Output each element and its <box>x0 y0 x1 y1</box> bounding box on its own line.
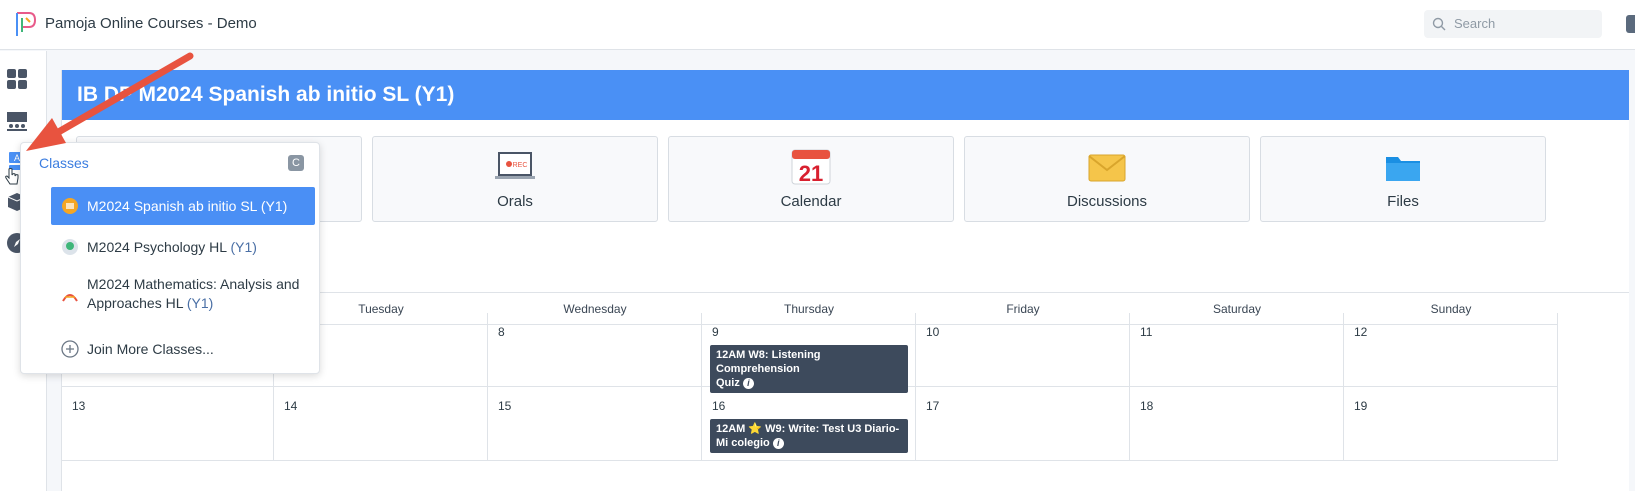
day-number: 14 <box>284 399 298 413</box>
join-more-classes[interactable]: Join More Classes... <box>51 331 315 367</box>
event-title-cont: Mi colegio <box>716 437 770 449</box>
calendar-event[interactable]: 12AM ⭐ W9: Write: Test U3 Diario- Mi col… <box>710 419 908 453</box>
day-number: 8 <box>498 325 505 339</box>
rec-laptop-icon: REC <box>495 152 535 179</box>
day-number: 19 <box>1354 399 1368 413</box>
day-number: 13 <box>72 399 86 413</box>
svg-text:REC: REC <box>513 162 528 169</box>
tile-label: Orals <box>497 193 533 210</box>
hand-cursor-icon <box>5 168 19 185</box>
app-title: Pamoja Online Courses - Demo <box>45 15 257 32</box>
day-cell[interactable]: 18 <box>1130 387 1344 461</box>
classroom-icon[interactable] <box>6 110 28 132</box>
classes-dropdown: Classes C M2024 Spanish ab initio SL (Y1… <box>20 142 320 374</box>
event-title: 12AM W8: Listening Comprehension <box>716 349 821 375</box>
class-name-cont: Approaches HL <box>87 295 183 311</box>
folder-icon <box>1386 157 1420 181</box>
mathematics-course-icon <box>62 294 78 302</box>
search-input[interactable]: Search <box>1424 10 1602 38</box>
day-number: 15 <box>498 399 512 413</box>
classes-menu-header[interactable]: Classes <box>39 155 89 171</box>
calendar-icon: 21 <box>791 149 831 185</box>
day-number: 17 <box>926 399 940 413</box>
day-number: 16 <box>712 399 726 413</box>
day-cell[interactable]: 9 12AM W8: Listening Comprehension Quiz i <box>702 313 916 393</box>
info-icon[interactable]: i <box>772 438 784 449</box>
class-year: (Y1) <box>260 198 288 214</box>
class-name: M2024 Spanish ab initio SL <box>87 198 257 214</box>
class-year: (Y1) <box>186 295 214 311</box>
day-cell[interactable]: 13 <box>62 387 274 461</box>
tile-label: Files <box>1387 193 1419 210</box>
tile-files[interactable]: Files <box>1260 136 1546 222</box>
search-placeholder: Search <box>1454 16 1496 31</box>
day-cell[interactable]: 10 <box>916 313 1130 387</box>
add-circle-icon <box>61 340 79 358</box>
envelope-icon <box>1088 154 1126 182</box>
day-cell[interactable]: 16 12AM ⭐ W9: Write: Test U3 Diario- Mi … <box>702 387 916 461</box>
day-cell[interactable]: 15 <box>488 387 702 461</box>
day-number: 18 <box>1140 399 1154 413</box>
class-name: M2024 Mathematics: Analysis and <box>87 276 300 292</box>
calendar-event[interactable]: 12AM W8: Listening Comprehension Quiz i <box>710 345 908 393</box>
spanish-course-icon <box>62 198 78 214</box>
calendar-icon-number: 21 <box>799 161 823 185</box>
keyboard-shortcut-badge: C <box>288 155 304 171</box>
tile-orals[interactable]: REC Orals <box>372 136 658 222</box>
psychology-course-icon <box>62 239 78 255</box>
join-more-label: Join More Classes... <box>87 341 214 357</box>
day-cell[interactable]: 17 <box>916 387 1130 461</box>
class-item-spanish[interactable]: M2024 Spanish ab initio SL (Y1) <box>51 187 315 225</box>
day-number: 10 <box>926 325 940 339</box>
add-button[interactable] <box>1626 15 1635 33</box>
class-name: M2024 Psychology HL <box>87 239 227 255</box>
class-item-mathematics[interactable]: M2024 Mathematics: Analysis and Approach… <box>51 275 315 319</box>
day-cell[interactable]: 11 <box>1130 313 1344 387</box>
day-cell[interactable]: 12 <box>1344 313 1558 387</box>
course-title: IB DP M2024 Spanish ab initio SL (Y1) <box>62 70 1629 120</box>
day-cell[interactable]: 19 <box>1344 387 1558 461</box>
day-number: 9 <box>712 325 719 339</box>
tile-label: Discussions <box>1066 193 1148 210</box>
dashboard-icon[interactable] <box>6 68 28 90</box>
day-cell[interactable]: 14 <box>274 387 488 461</box>
day-number: 12 <box>1354 325 1368 339</box>
day-number: 11 <box>1140 325 1153 339</box>
day-cell[interactable]: 8 <box>488 313 702 387</box>
tile-label: Calendar <box>780 193 842 210</box>
search-icon <box>1432 17 1446 31</box>
class-item-psychology[interactable]: M2024 Psychology HL (Y1) <box>51 228 315 266</box>
class-year: (Y1) <box>230 239 257 255</box>
top-bar: Pamoja Online Courses - Demo Search <box>0 0 1635 50</box>
tile-discussions[interactable]: Discussions <box>964 136 1250 222</box>
tile-calendar[interactable]: 21 Calendar <box>668 136 954 222</box>
pamoja-logo-icon[interactable] <box>14 10 36 38</box>
event-title: 12AM ⭐ W9: Write: Test U3 Diario- <box>716 423 900 435</box>
